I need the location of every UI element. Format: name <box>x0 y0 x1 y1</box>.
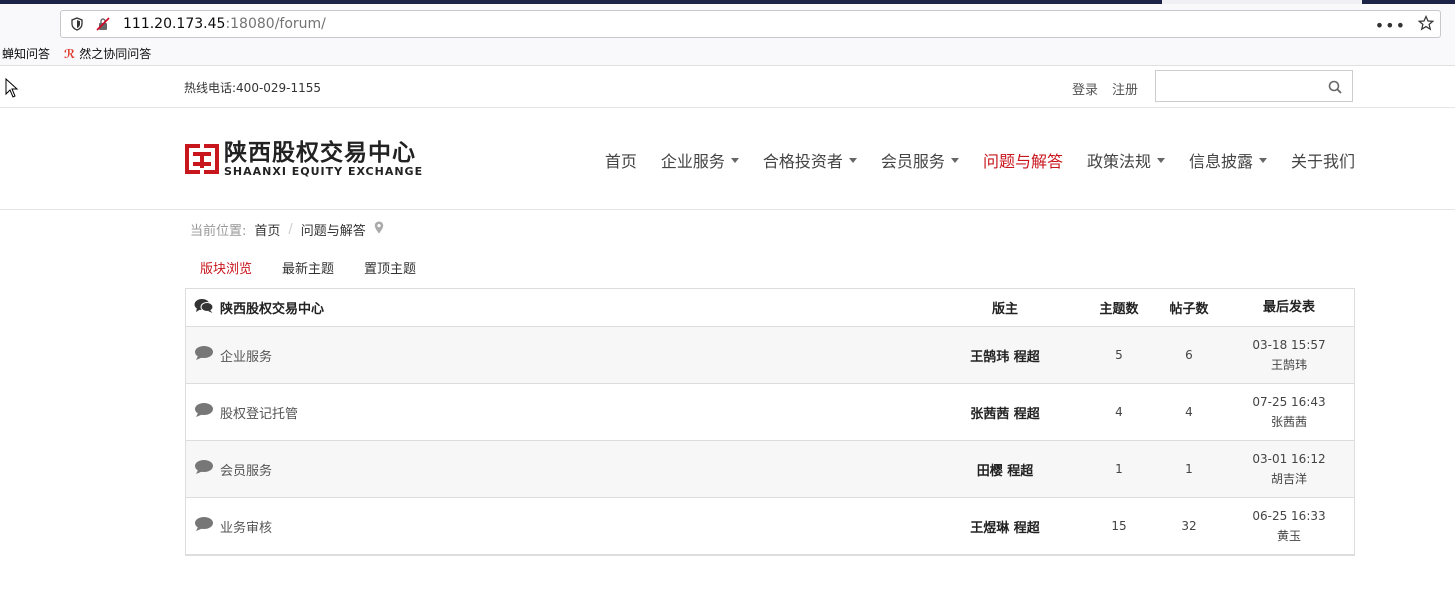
table-row[interactable]: 股权登记托管 张茜茜 程超 4 4 07-25 16:43 张茜茜 <box>186 383 1354 440</box>
logo-en-text: SHAANXI EQUITY EXCHANGE <box>224 165 424 178</box>
register-link[interactable]: 注册 <box>1112 79 1138 98</box>
tab-pinned-topics[interactable]: 置顶主题 <box>364 258 416 277</box>
search-box <box>1155 70 1353 102</box>
address-bar[interactable]: 111.20.173.45:18080/forum/ ••• <box>60 10 1441 38</box>
caret-down-icon <box>730 157 739 163</box>
last-post-time[interactable]: 03-01 16:12 <box>1224 449 1354 469</box>
tab-board-browse[interactable]: 版块浏览 <box>200 258 252 277</box>
main-nav: 首页 企业服务 合格投资者 会员服务 问题与解答 政策法规 信息披露 关于我们 <box>581 148 1355 172</box>
bookmark-favicon-icon: ℛ <box>64 46 76 61</box>
board-name-link[interactable]: 业务审核 <box>220 517 272 536</box>
bookmark-item[interactable]: 蝉知问答 <box>2 45 50 62</box>
search-icon[interactable] <box>1328 79 1342 98</box>
caret-down-icon <box>848 157 857 163</box>
last-post-time[interactable]: 03-18 15:57 <box>1224 335 1354 355</box>
last-post-user[interactable]: 胡吉洋 <box>1224 469 1354 489</box>
board-topic-count: 1 <box>1115 462 1123 476</box>
breadcrumb: 当前位置: 首页 / 问题与解答 <box>190 220 384 239</box>
table-row[interactable]: 会员服务 田樱 程超 1 1 03-01 16:12 胡吉洋 <box>186 440 1354 497</box>
forum-view-tabs: 版块浏览 最新主题 置顶主题 <box>200 258 416 277</box>
forum-group-title[interactable]: 陕西股权交易中心 <box>220 298 324 317</box>
caret-down-icon <box>950 157 959 163</box>
board-moderators[interactable]: 王鹄玮 程超 <box>926 346 1084 365</box>
header-posts: 帖子数 <box>1169 302 1209 317</box>
insecure-lock-icon[interactable] <box>95 16 111 32</box>
table-row[interactable]: 业务审核 王煜琳 程超 15 32 06-25 16:33 黄玉 <box>186 497 1354 554</box>
board-topic-count: 4 <box>1115 405 1123 419</box>
board-moderators[interactable]: 王煜琳 程超 <box>926 517 1084 536</box>
bookmark-star-icon[interactable] <box>1417 15 1435 35</box>
map-marker-icon <box>374 221 384 238</box>
comment-icon <box>194 345 214 365</box>
last-post-user[interactable]: 黄玉 <box>1224 526 1354 546</box>
comment-icon <box>194 402 214 422</box>
board-post-count: 6 <box>1185 348 1193 362</box>
comments-icon <box>194 298 214 318</box>
header-topics: 主题数 <box>1099 302 1139 317</box>
breadcrumb-prefix: 当前位置: <box>190 224 247 239</box>
board-post-count: 1 <box>1185 462 1193 476</box>
site-header: 陕西股权交易中心 SHAANXI EQUITY EXCHANGE 首页 企业服务… <box>0 108 1455 210</box>
more-actions-icon[interactable]: ••• <box>1375 16 1406 35</box>
url-text[interactable]: 111.20.173.45:18080/forum/ <box>123 16 326 32</box>
table-row[interactable]: 企业服务 王鹄玮 程超 5 6 03-18 15:57 王鹄玮 <box>186 326 1354 383</box>
board-name-link[interactable]: 会员服务 <box>220 460 272 479</box>
auth-links: 登录 注册 <box>1072 79 1138 98</box>
logo-cn-text: 陕西股权交易中心 <box>224 140 416 166</box>
search-input[interactable] <box>1156 71 1316 101</box>
nav-home[interactable]: 首页 <box>605 148 637 172</box>
logo-mark-icon <box>184 142 220 178</box>
board-topic-count: 5 <box>1115 348 1123 362</box>
comment-icon <box>194 516 214 536</box>
nav-policies[interactable]: 政策法规 <box>1087 148 1165 172</box>
header-moderator: 版主 <box>991 302 1018 317</box>
nav-enterprise-services[interactable]: 企业服务 <box>661 148 739 172</box>
board-topic-count: 15 <box>1111 519 1127 533</box>
breadcrumb-current[interactable]: 问题与解答 <box>301 220 366 239</box>
shield-icon[interactable] <box>69 16 85 32</box>
board-post-count: 32 <box>1181 519 1197 533</box>
breadcrumb-separator: / <box>288 222 293 237</box>
login-link[interactable]: 登录 <box>1072 79 1098 98</box>
bookmarks-bar: 蝉知问答 ℛ 然之协同问答 <box>0 42 1455 66</box>
nav-qa[interactable]: 问题与解答 <box>983 148 1063 172</box>
last-post-user[interactable]: 王鹄玮 <box>1224 355 1354 375</box>
board-post-count: 4 <box>1185 405 1193 419</box>
nav-member-services[interactable]: 会员服务 <box>881 148 959 172</box>
tab-latest-topics[interactable]: 最新主题 <box>282 258 334 277</box>
nav-qualified-investors[interactable]: 合格投资者 <box>763 148 857 172</box>
hotline-text: 热线电话:400-029-1155 <box>184 81 322 95</box>
last-post-time[interactable]: 06-25 16:33 <box>1224 506 1354 526</box>
top-info-bar: 热线电话:400-029-1155 登录 注册 <box>0 66 1455 108</box>
forum-table: 陕西股权交易中心 版主 主题数 帖子数 最后发表 企业服务 王鹄玮 程超 5 6… <box>185 288 1355 556</box>
board-moderators[interactable]: 田樱 程超 <box>926 460 1084 479</box>
caret-down-icon <box>1156 157 1165 163</box>
header-last-post: 最后发表 <box>1262 299 1315 315</box>
nav-about[interactable]: 关于我们 <box>1291 148 1355 172</box>
browser-toolbar: 111.20.173.45:18080/forum/ ••• <box>0 4 1455 42</box>
caret-down-icon <box>1258 157 1267 163</box>
board-name-link[interactable]: 企业服务 <box>220 346 272 365</box>
comment-icon <box>194 459 214 479</box>
last-post-user[interactable]: 张茜茜 <box>1224 412 1354 432</box>
board-name-link[interactable]: 股权登记托管 <box>220 403 298 422</box>
last-post-time[interactable]: 07-25 16:43 <box>1224 392 1354 412</box>
board-moderators[interactable]: 张茜茜 程超 <box>926 403 1084 422</box>
nav-disclosure[interactable]: 信息披露 <box>1189 148 1267 172</box>
site-logo[interactable]: 陕西股权交易中心 SHAANXI EQUITY EXCHANGE <box>184 141 423 179</box>
bookmark-item[interactable]: ℛ 然之协同问答 <box>64 45 151 62</box>
table-header-row: 陕西股权交易中心 版主 主题数 帖子数 最后发表 <box>186 289 1354 326</box>
breadcrumb-home[interactable]: 首页 <box>254 220 280 239</box>
